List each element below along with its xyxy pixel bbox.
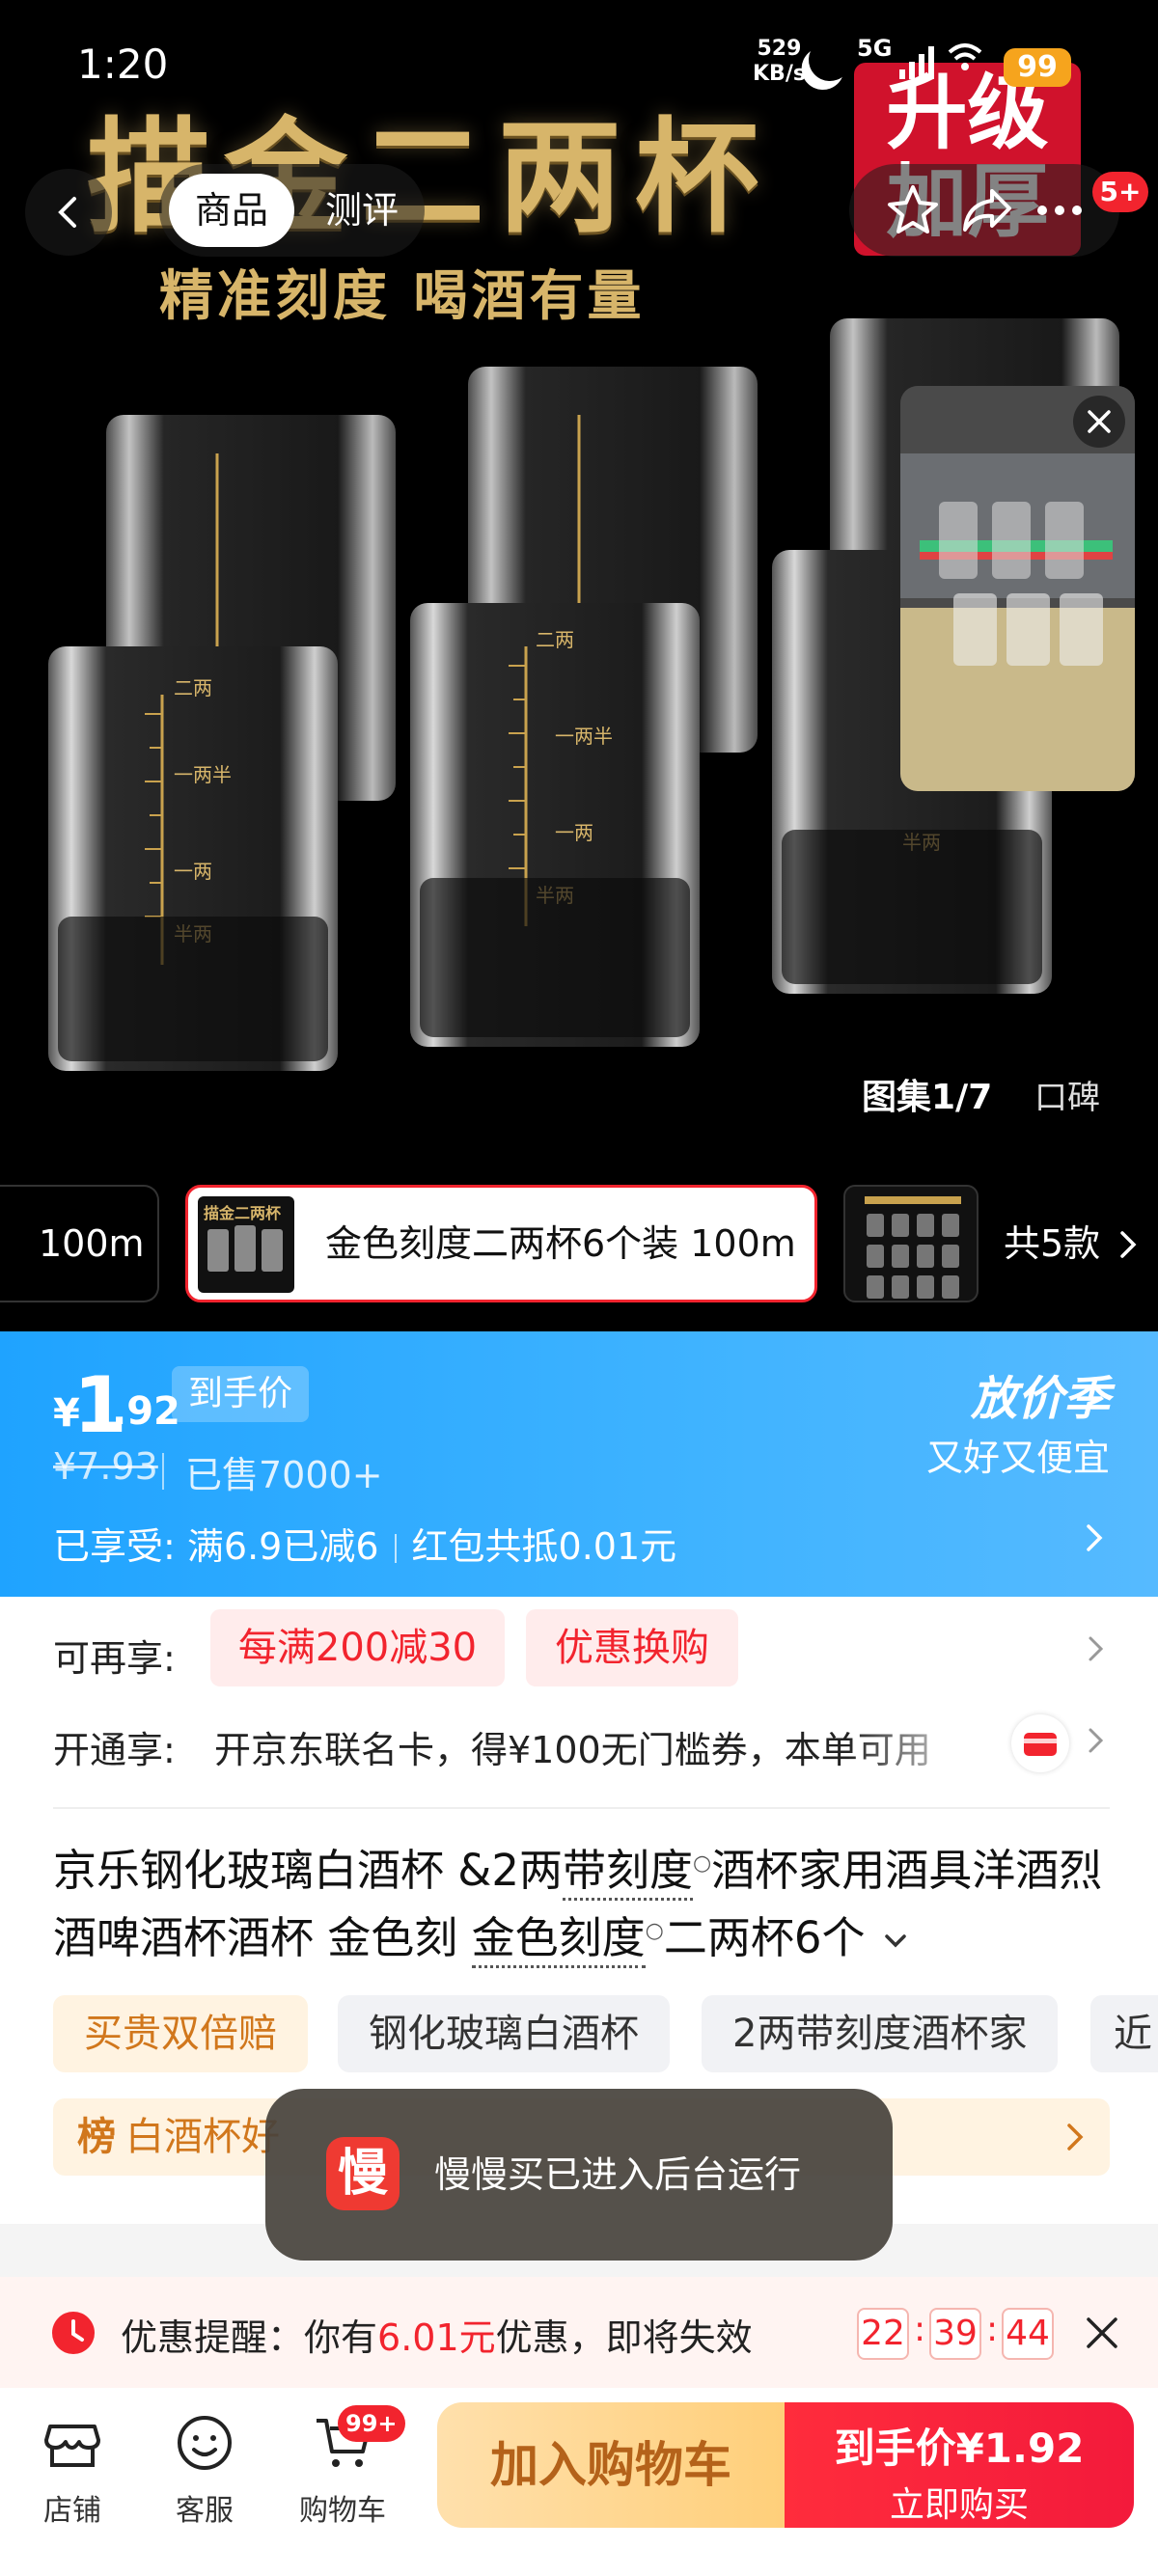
chevron-right-icon: [1120, 1231, 1137, 1258]
tag-keyword[interactable]: 2两带刻度酒杯家: [702, 1995, 1059, 2072]
tag-keyword[interactable]: 近: [1090, 1995, 1158, 2072]
divider: [162, 1453, 164, 1490]
product-image-gallery[interactable]: 1:20 529 KB/s 5G 99 描金二两杯 精准刻度 喝酒有量 升级 加…: [0, 0, 1158, 1158]
credit-card-icon[interactable]: [1011, 1714, 1069, 1772]
promo-title: 放价季: [970, 1372, 1110, 1426]
promo-subtitle: 又好又便宜: [925, 1437, 1110, 1479]
dnd-moon-icon: [803, 33, 857, 87]
sku-active-label: 金色刻度二两杯6个装 100m: [325, 1222, 796, 1265]
glass-front-left: 二两 一两半 一两 半两: [48, 646, 338, 1071]
close-icon[interactable]: [1081, 2312, 1123, 2354]
more-icon[interactable]: [1031, 181, 1089, 239]
video-close-button[interactable]: [1073, 396, 1125, 448]
cart-badge: 99+: [338, 2405, 405, 2442]
original-price: ¥7.93: [53, 1445, 158, 1488]
svg-text:一两: 一两: [555, 821, 593, 844]
tag-price-guarantee[interactable]: 买贵双倍赔: [53, 1995, 308, 2072]
countdown-hours: 22: [857, 2308, 909, 2360]
offer-chip-discount[interactable]: 每满200减30: [210, 1609, 505, 1686]
final-price-tag: 到手价: [172, 1366, 309, 1422]
close-icon: [1088, 410, 1111, 433]
chevron-down-icon[interactable]: [879, 1927, 912, 1956]
sku-option-next[interactable]: [843, 1185, 979, 1302]
search-icon: ○: [693, 1851, 712, 1876]
sku-thumbnail: 描金二两杯: [198, 1196, 294, 1293]
offers-label: 可再享:: [53, 1637, 176, 1680]
title-keyword-link[interactable]: 金色刻度: [471, 1912, 646, 1968]
member-offer-text[interactable]: 开京东联名卡，得¥100无门槛券，本单可用: [214, 1720, 986, 1773]
chevron-right-icon[interactable]: [1081, 1517, 1110, 1559]
nav-actions: [849, 164, 1119, 257]
status-bar: 1:20 529 KB/s 5G 99: [0, 0, 1158, 106]
signal-icon: [899, 46, 934, 79]
tab-goods[interactable]: 商品: [169, 174, 294, 247]
price-banner: ¥ 1 .92 到手价 ¥7.93 已售7000+ 放价季 又好又便宜 已享受:…: [0, 1331, 1158, 1597]
discount-reminder[interactable]: 优惠提醒：你有6.01元优惠，即将失效 22 : 39 : 44: [0, 2277, 1158, 2388]
chevron-right-icon[interactable]: [1083, 1720, 1110, 1761]
tab-review[interactable]: 测评: [304, 174, 420, 247]
koubei-link[interactable]: 口碑: [1034, 1071, 1100, 1118]
bottom-action-bar: 店铺 客服 购物车 99+ 加入购物车 到手价¥1.92 立即购买: [0, 2388, 1158, 2576]
sku-count-link[interactable]: 共5款: [1004, 1185, 1139, 1302]
chevron-right-icon: [1067, 2124, 1084, 2151]
nav-tabs: 商品 测评: [159, 164, 425, 257]
sku-option-active[interactable]: 描金二两杯 金色刻度二两杯6个装 100m: [185, 1185, 817, 1302]
customer-service-icon: [178, 2416, 232, 2470]
countdown-minutes: 39: [929, 2308, 981, 2360]
toast-message: 慢慢买已进入后台运行: [434, 2153, 802, 2196]
sku-selector: 100m 描金二两杯 金色刻度二两杯6个装 100m 共5款: [0, 1158, 1158, 1331]
search-icon: ○: [645, 1919, 664, 1943]
clock-icon: [52, 2312, 95, 2354]
title-keyword-link[interactable]: 带刻度: [563, 1845, 694, 1901]
app-logo-icon: 慢: [326, 2137, 400, 2210]
mark-one-half: 一两半: [174, 763, 232, 786]
gallery-counter[interactable]: 图集1/7: [862, 1069, 992, 1119]
add-to-cart-button[interactable]: 加入购物车: [437, 2402, 785, 2528]
product-title[interactable]: 京乐钢化玻璃白酒杯 &2两带刻度○酒杯家用酒具洋酒烈酒啤酒杯酒杯 金色刻 金色刻…: [53, 1833, 1115, 1968]
price-decimal: .92: [112, 1389, 180, 1434]
shop-button[interactable]: 店铺: [19, 2409, 125, 2544]
rank-icon: 榜: [77, 2115, 116, 2159]
offer-chip-exchange[interactable]: 优惠换购: [526, 1609, 738, 1686]
tag-keyword[interactable]: 钢化玻璃白酒杯: [338, 1995, 670, 2072]
chevron-right-icon[interactable]: [1083, 1629, 1110, 1669]
glass-front-middle: 二两 一两半 一两 半两: [410, 603, 700, 1047]
mark-two: 二两: [174, 676, 212, 699]
svg-text:二两: 二两: [536, 628, 574, 651]
shop-icon: [44, 2425, 100, 2467]
wifi-icon: [948, 43, 982, 70]
mark-one: 一两: [174, 860, 212, 883]
member-label: 开通享:: [53, 1729, 176, 1771]
divider: [53, 1807, 1110, 1809]
back-button[interactable]: [25, 169, 112, 256]
countdown-seconds: 44: [1002, 2308, 1054, 2360]
chevron-left-icon: [58, 197, 76, 228]
network-speed: 529 KB/s: [753, 37, 806, 86]
service-button[interactable]: 客服: [152, 2409, 258, 2544]
share-icon[interactable]: [957, 181, 1015, 239]
reminder-text: 优惠提醒：你有6.01元优惠，即将失效: [121, 2316, 753, 2359]
battery-indicator: 99: [1004, 48, 1071, 87]
floating-video[interactable]: [900, 386, 1135, 791]
sku-option-prev[interactable]: 100m: [0, 1185, 159, 1302]
status-time: 1:20: [77, 41, 169, 88]
message-badge: 5+: [1092, 172, 1148, 212]
discount-summary[interactable]: 已享受: 满6.9已减6 红包共抵0.01元: [53, 1517, 676, 1570]
network-type: 5G: [857, 35, 893, 62]
background-toast: 慢 慢慢买已进入后台运行: [265, 2089, 893, 2261]
sold-count: 已售7000+: [185, 1454, 383, 1496]
buy-now-button[interactable]: 到手价¥1.92 立即购买: [785, 2402, 1134, 2528]
favorite-star-icon[interactable]: [884, 181, 942, 239]
svg-text:一两半: 一两半: [555, 725, 613, 748]
